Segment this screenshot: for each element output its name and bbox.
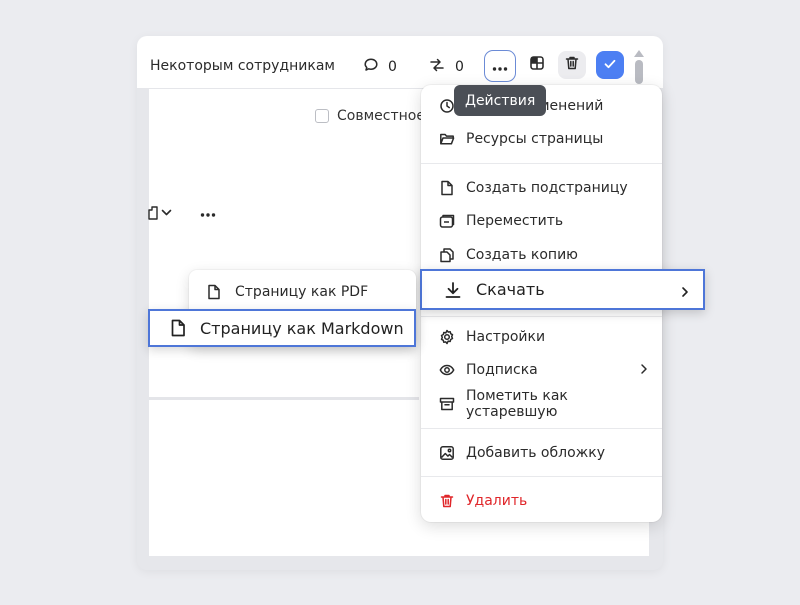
menu-item-move[interactable]: Переместить <box>421 204 662 238</box>
download-markdown-item[interactable]: Страницу как Markdown <box>148 309 416 347</box>
actions-more-button[interactable] <box>484 50 516 82</box>
menu-item-label: Подписка <box>466 362 538 378</box>
editor-controls <box>148 203 216 222</box>
chevron-right-icon <box>640 363 648 379</box>
image-icon <box>439 445 455 461</box>
menu-item-resources[interactable]: Ресурсы страницы <box>421 122 662 156</box>
scrollbar[interactable] <box>633 50 645 84</box>
block-type-selector[interactable] <box>148 205 172 220</box>
layout-button[interactable] <box>523 51 551 79</box>
trash-icon <box>439 493 455 509</box>
document-icon <box>439 180 455 196</box>
more-dots-icon[interactable] <box>200 203 216 222</box>
menu-item-label: Пометить как устаревшую <box>466 388 568 420</box>
document-icon <box>207 284 223 300</box>
tooltip-text: Действия <box>465 92 536 109</box>
comment-count: 0 <box>388 59 397 75</box>
menu-item-label: Переместить <box>466 213 564 229</box>
scrollbar-thumb[interactable] <box>635 60 643 84</box>
menu-item-copy[interactable]: Создать копию <box>421 238 662 272</box>
menu-item-label: Настройки <box>466 329 546 345</box>
actions-tooltip: Действия <box>454 85 547 116</box>
coedit-checkbox[interactable] <box>315 109 329 123</box>
changes-count: 0 <box>455 59 464 75</box>
archive-icon <box>439 396 455 412</box>
eye-icon <box>439 362 455 378</box>
changes-icon <box>429 57 445 77</box>
menu-item-create-subpage[interactable]: Создать подстраницу <box>421 171 662 205</box>
menu-item-mark-outdated[interactable]: Пометить как устаревшую <box>421 387 662 421</box>
coedit-label: Совместное <box>337 108 425 124</box>
block-icon <box>148 205 158 220</box>
menu-item-subscription[interactable]: Подписка <box>421 353 662 387</box>
menu-item-add-cover[interactable]: Добавить обложку <box>421 436 662 470</box>
menu-item-label: Создать копию <box>466 247 578 263</box>
changes-button[interactable]: 0 <box>429 57 464 77</box>
menu-item-settings[interactable]: Настройки <box>421 320 662 354</box>
content-divider <box>149 397 419 400</box>
menu-separator <box>421 163 662 164</box>
move-folder-icon <box>439 213 455 229</box>
trash-icon <box>564 55 580 75</box>
scroll-up-icon[interactable] <box>634 50 644 57</box>
menu-item-label: менений <box>539 98 604 114</box>
chevron-right-icon <box>681 283 689 302</box>
menu-item-label: Скачать <box>476 280 545 299</box>
copy-icon <box>439 247 455 263</box>
gear-icon <box>439 329 455 345</box>
trash-button[interactable] <box>558 51 586 79</box>
comments-button[interactable]: 0 <box>363 57 397 77</box>
check-icon <box>603 56 617 75</box>
chevron-down-icon <box>161 209 172 215</box>
menu-item-label: Добавить обложку <box>466 445 605 461</box>
comment-icon <box>363 57 379 77</box>
menu-item-label: Создать подстраницу <box>466 180 628 196</box>
page-toolbar: Некоторым сотрудникам 0 0 <box>137 36 663 89</box>
menu-item-delete[interactable]: Удалить <box>421 484 662 518</box>
folder-icon <box>439 131 455 147</box>
clock-icon <box>439 98 455 114</box>
more-dots-icon <box>492 57 508 76</box>
menu-item-label: Удалить <box>466 493 528 509</box>
coedit-toggle[interactable]: Совместное <box>315 108 425 124</box>
menu-separator <box>421 476 662 477</box>
menu-item-download[interactable]: Скачать <box>420 269 705 310</box>
save-button[interactable] <box>596 51 624 79</box>
menu-item-label: Ресурсы страницы <box>466 131 604 147</box>
document-icon <box>170 319 188 337</box>
access-label[interactable]: Некоторым сотрудникам <box>150 58 335 74</box>
menu-separator <box>421 316 662 317</box>
download-pdf-item[interactable]: Страницу как PDF <box>189 275 416 309</box>
menu-separator <box>421 428 662 429</box>
layout-icon <box>529 55 545 75</box>
download-pdf-label: Страницу как PDF <box>235 284 369 300</box>
download-icon <box>444 281 462 299</box>
download-markdown-label: Страницу как Markdown <box>200 318 404 338</box>
